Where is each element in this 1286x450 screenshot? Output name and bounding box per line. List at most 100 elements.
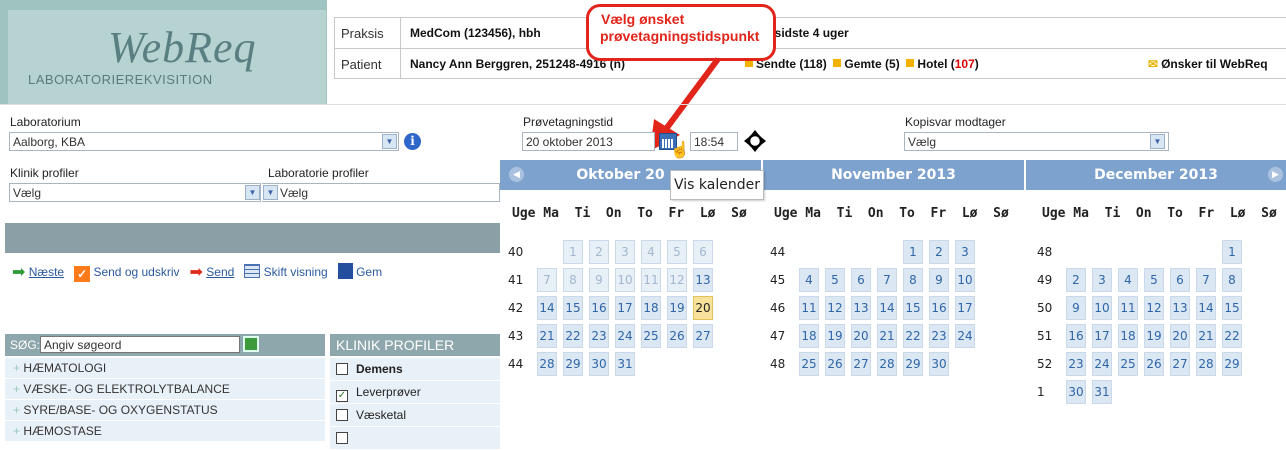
- calendar-day[interactable]: 9: [1066, 296, 1086, 320]
- calendar-day[interactable]: 13: [693, 268, 713, 292]
- calendar-day[interactable]: 25: [799, 352, 819, 376]
- hotel-link[interactable]: Hotel (107): [906, 57, 979, 71]
- calendar-day[interactable]: 27: [1170, 352, 1190, 376]
- profile-item-empty[interactable]: [330, 427, 500, 450]
- calendar-day[interactable]: 29: [563, 352, 583, 376]
- calendar-day[interactable]: 9: [589, 268, 609, 292]
- calendar-day[interactable]: 31: [615, 352, 635, 376]
- skift-visning-button[interactable]: Skift visning: [244, 264, 328, 279]
- calendar-day[interactable]: 13: [1170, 296, 1190, 320]
- next-month-icon[interactable]: ▶: [1268, 167, 1283, 182]
- calendar-day[interactable]: 24: [955, 324, 975, 348]
- profile-item-demens[interactable]: Demens: [330, 358, 500, 381]
- info-icon[interactable]: i: [404, 133, 421, 150]
- calendar-day[interactable]: 6: [1170, 268, 1190, 292]
- calendar-day[interactable]: 9: [929, 268, 949, 292]
- calendar-day[interactable]: 18: [1118, 324, 1138, 348]
- sidebar-item-syre-base[interactable]: + SYRE/BASE- OG OXYGENSTATUS: [5, 400, 325, 421]
- calendar-day[interactable]: 11: [1118, 296, 1138, 320]
- calendar-day[interactable]: 23: [589, 324, 609, 348]
- calendar-day[interactable]: 26: [667, 324, 687, 348]
- calendar-day[interactable]: 7: [1196, 268, 1216, 292]
- calendar-day[interactable]: 21: [877, 324, 897, 348]
- calendar-day[interactable]: 8: [563, 268, 583, 292]
- calendar-day[interactable]: 3: [1092, 268, 1112, 292]
- profile-item-vaesketal[interactable]: Væsketal: [330, 404, 500, 427]
- calendar-day[interactable]: 23: [929, 324, 949, 348]
- calendar-day[interactable]: 10: [955, 268, 975, 292]
- calendar-day[interactable]: 10: [1092, 296, 1112, 320]
- calendar-day[interactable]: 25: [1118, 352, 1138, 376]
- calendar-day[interactable]: 27: [851, 352, 871, 376]
- calendar-day[interactable]: 11: [641, 268, 661, 292]
- chevron-down-icon[interactable]: ▼: [382, 134, 397, 149]
- calendar-day[interactable]: 2: [589, 240, 609, 264]
- checkbox[interactable]: [336, 432, 348, 444]
- calendar-day[interactable]: 5: [667, 240, 687, 264]
- calendar-day[interactable]: 18: [641, 296, 661, 320]
- naeste-button[interactable]: ➡ Næste: [12, 264, 64, 281]
- calendar-day[interactable]: 21: [537, 324, 557, 348]
- calendar-day[interactable]: 30: [589, 352, 609, 376]
- checkbox[interactable]: [336, 363, 348, 375]
- calendar-day[interactable]: 4: [799, 268, 819, 292]
- calendar-day[interactable]: 5: [1144, 268, 1164, 292]
- calendar-day[interactable]: 26: [825, 352, 845, 376]
- search-go-icon[interactable]: [243, 336, 259, 352]
- calendar-day[interactable]: 7: [537, 268, 557, 292]
- calendar-day[interactable]: 12: [667, 268, 687, 292]
- calendar-day[interactable]: 17: [1092, 324, 1112, 348]
- lab-profiler-select[interactable]: Vælg: [262, 183, 500, 202]
- time-input[interactable]: 18:54: [690, 132, 738, 151]
- gem-button[interactable]: Gem: [337, 263, 382, 279]
- profile-item-leverprover[interactable]: ✓ Leverprøver: [330, 381, 500, 404]
- calendar-day[interactable]: 14: [877, 296, 897, 320]
- calendar-day[interactable]: 20: [1170, 324, 1190, 348]
- calendar-day[interactable]: 27: [693, 324, 713, 348]
- calendar-day[interactable]: 14: [1196, 296, 1216, 320]
- calendar-day[interactable]: 19: [1144, 324, 1164, 348]
- calendar-day[interactable]: 3: [955, 240, 975, 264]
- calendar-day[interactable]: 8: [1222, 268, 1242, 292]
- calendar-day[interactable]: 3: [615, 240, 635, 264]
- calendar-day[interactable]: 28: [537, 352, 557, 376]
- calendar-day[interactable]: 15: [903, 296, 923, 320]
- move-icon[interactable]: [744, 130, 766, 152]
- calendar-day[interactable]: 24: [615, 324, 635, 348]
- kopisvar-select[interactable]: Vælg: [904, 132, 1169, 151]
- calendar-day[interactable]: 31: [1092, 380, 1112, 404]
- calendar-day[interactable]: 15: [1222, 296, 1242, 320]
- calendar-day[interactable]: 4: [1118, 268, 1138, 292]
- calendar-day[interactable]: 12: [825, 296, 845, 320]
- calendar-day[interactable]: 19: [667, 296, 687, 320]
- calendar-day[interactable]: 29: [903, 352, 923, 376]
- calendar-day[interactable]: 20: [693, 296, 713, 320]
- onsker-link[interactable]: ✉ Ønsker til WebReq: [1148, 57, 1268, 71]
- calendar-day[interactable]: 30: [1066, 380, 1086, 404]
- search-input[interactable]: Angiv søgeord: [40, 336, 240, 353]
- date-input[interactable]: 20 oktober 2013: [522, 132, 655, 151]
- sidebar-item-vaeske[interactable]: + VÆSKE- OG ELEKTROLYTBALANCE: [5, 379, 325, 400]
- calendar-day[interactable]: 24: [1092, 352, 1112, 376]
- gemte-link[interactable]: Gemte (5): [833, 57, 900, 71]
- calendar-day[interactable]: 13: [851, 296, 871, 320]
- prev-month-icon[interactable]: ◀: [509, 167, 524, 182]
- calendar-day[interactable]: 1: [1222, 240, 1242, 264]
- calendar-day[interactable]: 17: [615, 296, 635, 320]
- calendar-day[interactable]: 19: [825, 324, 845, 348]
- calendar-day[interactable]: 1: [563, 240, 583, 264]
- checkbox[interactable]: [336, 409, 348, 421]
- calendar-day[interactable]: 20: [851, 324, 871, 348]
- calendar-day[interactable]: 11: [799, 296, 819, 320]
- calendar-day[interactable]: 16: [929, 296, 949, 320]
- calendar-day[interactable]: 16: [1066, 324, 1086, 348]
- chevron-down-icon[interactable]: ▼: [263, 185, 278, 200]
- calendar-day[interactable]: 16: [589, 296, 609, 320]
- calendar-day[interactable]: 15: [563, 296, 583, 320]
- calendar-day[interactable]: 7: [877, 268, 897, 292]
- calendar-day[interactable]: 22: [1222, 324, 1242, 348]
- calendar-day[interactable]: 18: [799, 324, 819, 348]
- chevron-down-icon[interactable]: ▼: [245, 185, 260, 200]
- calendar-day[interactable]: 6: [851, 268, 871, 292]
- calendar-day[interactable]: 2: [929, 240, 949, 264]
